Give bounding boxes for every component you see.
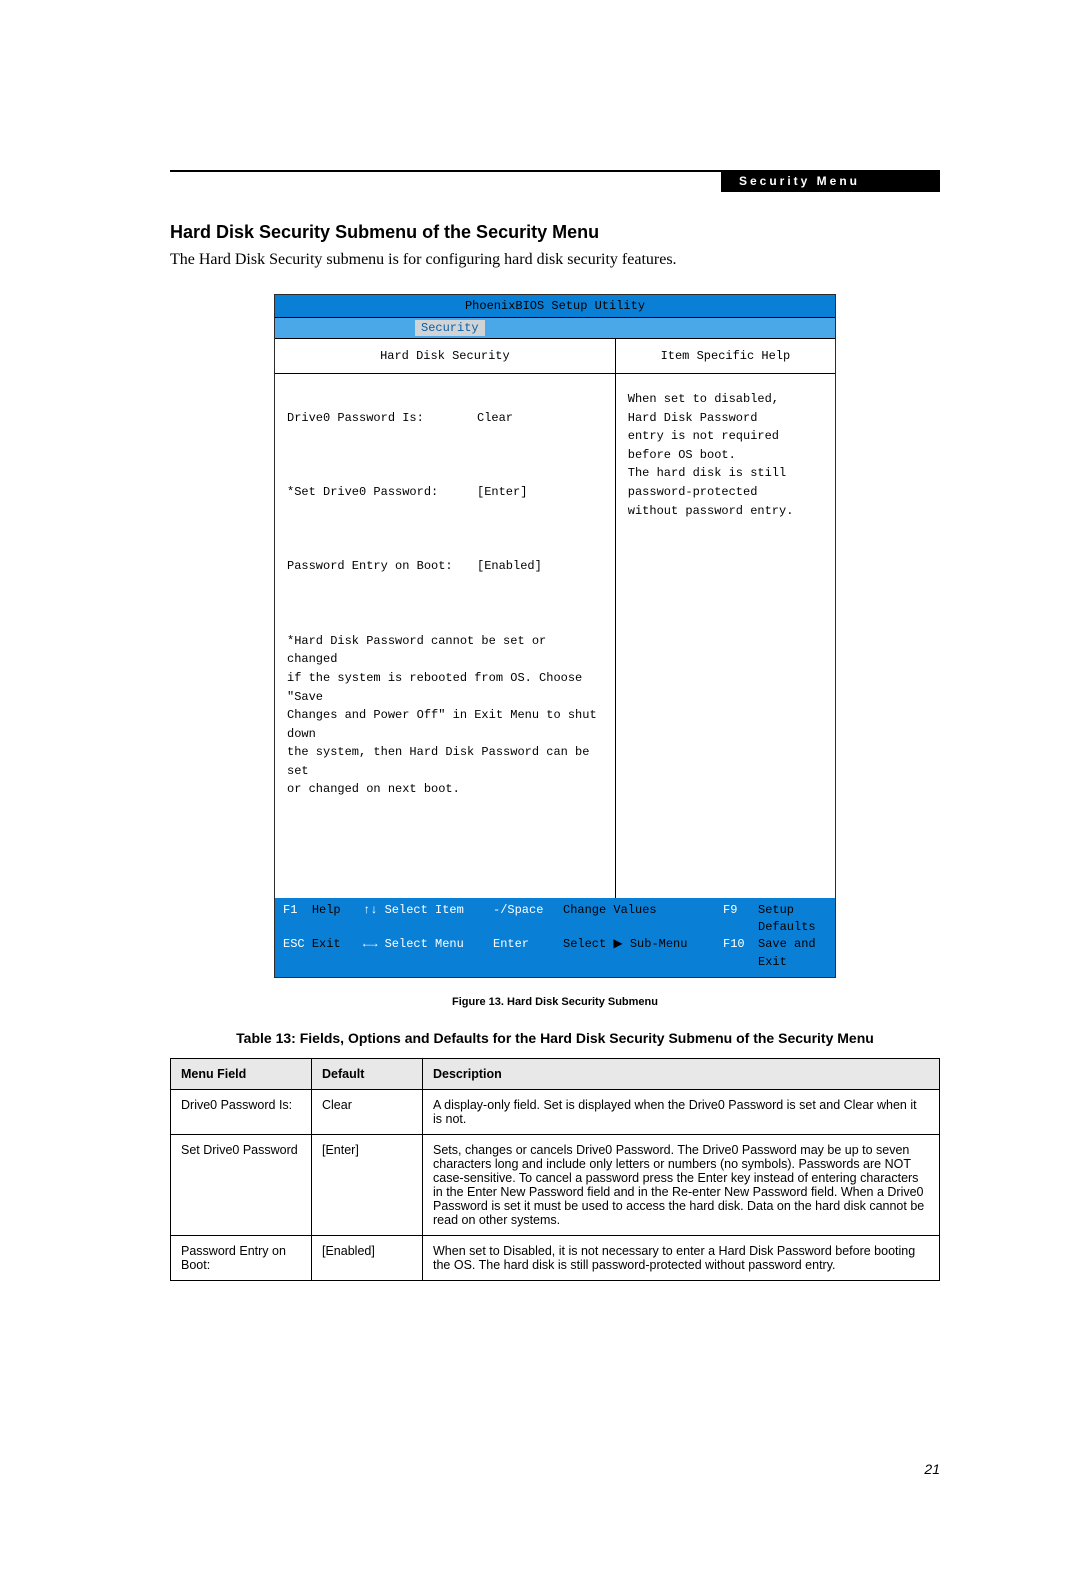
- cell-default: Clear: [312, 1090, 423, 1135]
- cell-description: A display-only field. Set is displayed w…: [423, 1090, 940, 1135]
- bios-key: -/Space: [493, 902, 563, 937]
- table-title: Table 13: Fields, Options and Defaults f…: [170, 1030, 940, 1046]
- bios-key-label: ←→ Select Menu: [363, 936, 493, 971]
- bios-row-value: [Enter]: [477, 483, 527, 502]
- table-row: Set Drive0 Password [Enter] Sets, change…: [171, 1135, 940, 1236]
- bios-row-value: Clear: [477, 409, 513, 428]
- header-rule: Security Menu: [170, 170, 940, 172]
- bios-tab-security: Security: [415, 320, 485, 336]
- bios-row-value: [Enabled]: [477, 557, 542, 576]
- bios-row-label: Drive0 Password Is:: [287, 409, 477, 428]
- cell-description: When set to Disabled, it is not necessar…: [423, 1236, 940, 1281]
- bios-help-text: When set to disabled, Hard Disk Password…: [616, 374, 835, 600]
- bios-note: *Hard Disk Password cannot be set or cha…: [287, 634, 604, 797]
- table-header-description: Description: [423, 1059, 940, 1090]
- bios-left-panel: Hard Disk Security Drive0 Password Is:Cl…: [275, 339, 616, 898]
- section-intro: The Hard Disk Security submenu is for co…: [170, 251, 940, 269]
- figure-caption: Figure 13. Hard Disk Security Submenu: [170, 996, 940, 1008]
- bios-tabbar: Security: [275, 318, 835, 339]
- fields-table: Menu Field Default Description Drive0 Pa…: [170, 1058, 940, 1281]
- bios-key-label: Save and Exit: [758, 936, 827, 971]
- bios-key-label: Help: [312, 903, 341, 917]
- bios-row-label: Password Entry on Boot:: [287, 557, 477, 576]
- bios-right-panel: Item Specific Help When set to disabled,…: [616, 339, 835, 898]
- bios-left-heading: Hard Disk Security: [275, 339, 615, 374]
- cell-default: [Enter]: [312, 1135, 423, 1236]
- bios-key-label: Change Values: [563, 902, 723, 937]
- bios-title: PhoenixBIOS Setup Utility: [275, 295, 835, 318]
- page: Security Menu Hard Disk Security Submenu…: [0, 0, 1080, 1577]
- bios-key: F10: [723, 936, 758, 971]
- bios-footer: F1 Help ↑↓ Select Item -/Space Change Va…: [275, 898, 835, 978]
- cell-menu: Drive0 Password Is:: [171, 1090, 312, 1135]
- cell-description: Sets, changes or cancels Drive0 Password…: [423, 1135, 940, 1236]
- bios-left-content: Drive0 Password Is:Clear *Set Drive0 Pas…: [275, 374, 615, 898]
- bios-key: F9: [723, 902, 758, 937]
- bios-key: F1: [283, 903, 297, 917]
- cell-menu: Set Drive0 Password: [171, 1135, 312, 1236]
- bios-key: ESC: [283, 937, 305, 951]
- bios-key-label: Exit: [312, 937, 341, 951]
- table-header-menu: Menu Field: [171, 1059, 312, 1090]
- cell-menu: Password Entry on Boot:: [171, 1236, 312, 1281]
- bios-key-label: Setup Defaults: [758, 902, 827, 937]
- bios-row-label: *Set Drive0 Password:: [287, 483, 477, 502]
- bios-right-heading: Item Specific Help: [616, 339, 835, 374]
- page-number: 21: [170, 1461, 940, 1477]
- bios-key-label: ↑↓ Select Item: [363, 902, 493, 937]
- table-row: Password Entry on Boot: [Enabled] When s…: [171, 1236, 940, 1281]
- table-row: Drive0 Password Is: Clear A display-only…: [171, 1090, 940, 1135]
- cell-default: [Enabled]: [312, 1236, 423, 1281]
- bios-body: Hard Disk Security Drive0 Password Is:Cl…: [275, 339, 835, 898]
- bios-key: Enter: [493, 936, 563, 971]
- header-label: Security Menu: [721, 170, 940, 192]
- bios-screenshot: PhoenixBIOS Setup Utility Security Hard …: [274, 294, 836, 978]
- table-header-default: Default: [312, 1059, 423, 1090]
- section-title: Hard Disk Security Submenu of the Securi…: [170, 222, 940, 243]
- bios-key-label: Select ▶ Sub-Menu: [563, 936, 723, 971]
